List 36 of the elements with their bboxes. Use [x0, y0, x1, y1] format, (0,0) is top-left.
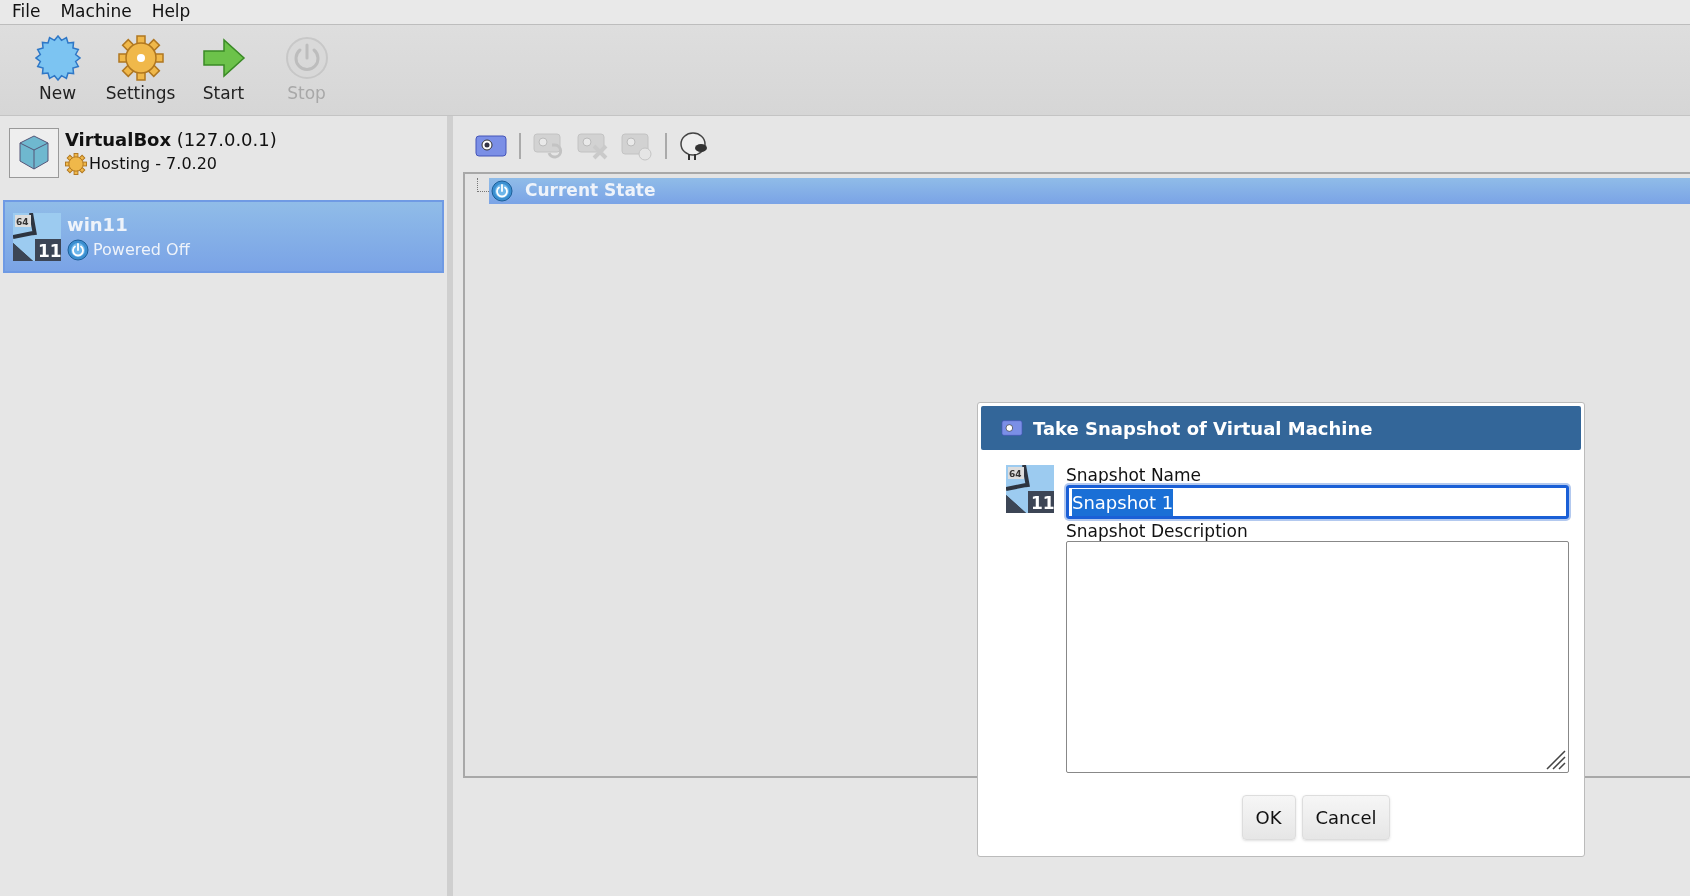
menu-item[interactable]: File	[12, 0, 41, 25]
machine-name: win11	[67, 213, 129, 237]
snapshot-name-field[interactable]: Snapshot 1	[1066, 485, 1569, 519]
gear-icon	[65, 153, 87, 175]
dialog-button[interactable]: OK	[1241, 795, 1296, 840]
toolbar-button[interactable]: New	[16, 35, 99, 107]
camera-restore-icon	[533, 131, 565, 161]
field-label: Snapshot Description	[1066, 521, 1249, 541]
os-icon: 64 11	[13, 212, 61, 261]
snapshot-description-field[interactable]	[1066, 541, 1569, 773]
menu-item[interactable]: Help	[151, 0, 191, 25]
camera-delete-icon	[577, 131, 609, 161]
power-icon	[67, 239, 89, 261]
dialog-button[interactable]: Cancel	[1301, 795, 1391, 840]
menu-item[interactable]: Machine	[60, 0, 132, 25]
machine-state: Powered Off	[93, 239, 190, 261]
host-status: Hosting - 7.0.20	[89, 153, 217, 175]
camera-details-icon	[621, 131, 653, 161]
host-item[interactable]: VirtualBox (127.0.0.1) Hosting - 7.0.20	[0, 128, 447, 192]
power-icon	[283, 35, 330, 81]
camera-icon	[1001, 420, 1023, 436]
toolbar-button[interactable]: Start	[182, 35, 265, 107]
os-icon: 64 11	[1006, 465, 1054, 513]
cube-icon	[9, 128, 59, 178]
snapshot-tool-button[interactable]	[475, 133, 507, 159]
power-icon	[491, 180, 513, 202]
dialog-title: Take Snapshot of Virtual Machine	[1033, 416, 1373, 441]
gear-icon	[117, 35, 164, 81]
toolbar-button[interactable]: Settings	[99, 35, 182, 107]
field-label: Snapshot Name	[1066, 465, 1203, 485]
host-name: VirtualBox	[65, 129, 172, 150]
resize-grip-icon	[1544, 748, 1566, 770]
host-address: (127.0.0.1)	[176, 129, 277, 150]
starburst-icon	[34, 35, 81, 81]
camera-icon	[475, 133, 507, 159]
machine-item[interactable]: 64 11 win11 Powered Off	[3, 200, 444, 273]
